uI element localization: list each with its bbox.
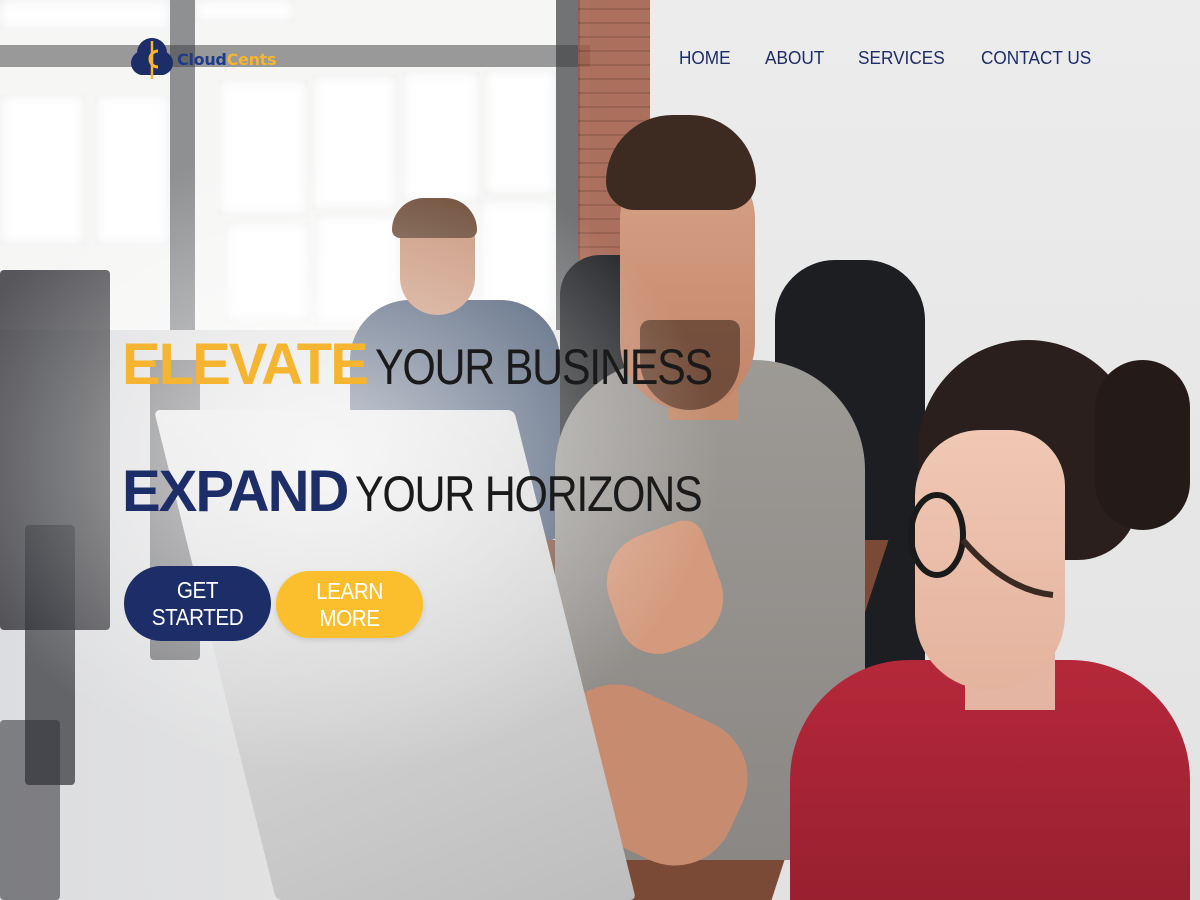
cloud-cent-icon [131,38,173,79]
brand-name: CloudCents [177,49,277,69]
nav-about[interactable]: ABOUT [765,47,824,69]
glasses-icon [908,492,1054,598]
nav-services[interactable]: SERVICES [858,47,945,69]
nav-contact-us[interactable]: CONTACT US [981,47,1091,69]
nav-home[interactable]: HOME [679,47,731,69]
headline-elevate: ELEVATE [122,332,369,397]
headline-your-business: YOUR BUSINESS [374,339,713,395]
brand-logo[interactable]: CloudCents [129,33,277,85]
hero-headline-1: ELEVATE YOUR BUSINESS [122,331,767,398]
headline-your-horizons: YOUR HORIZONS [355,466,703,522]
hero-headline-2: EXPAND YOUR HORIZONS [122,458,758,525]
learn-more-button[interactable]: LEARN MORE [276,571,423,638]
get-started-button[interactable]: GET STARTED [124,566,271,641]
main-nav: HOME ABOUT SERVICES CONTACT US [679,47,1130,69]
hero-background-photo [0,0,1200,900]
headline-expand: EXPAND [122,459,349,524]
